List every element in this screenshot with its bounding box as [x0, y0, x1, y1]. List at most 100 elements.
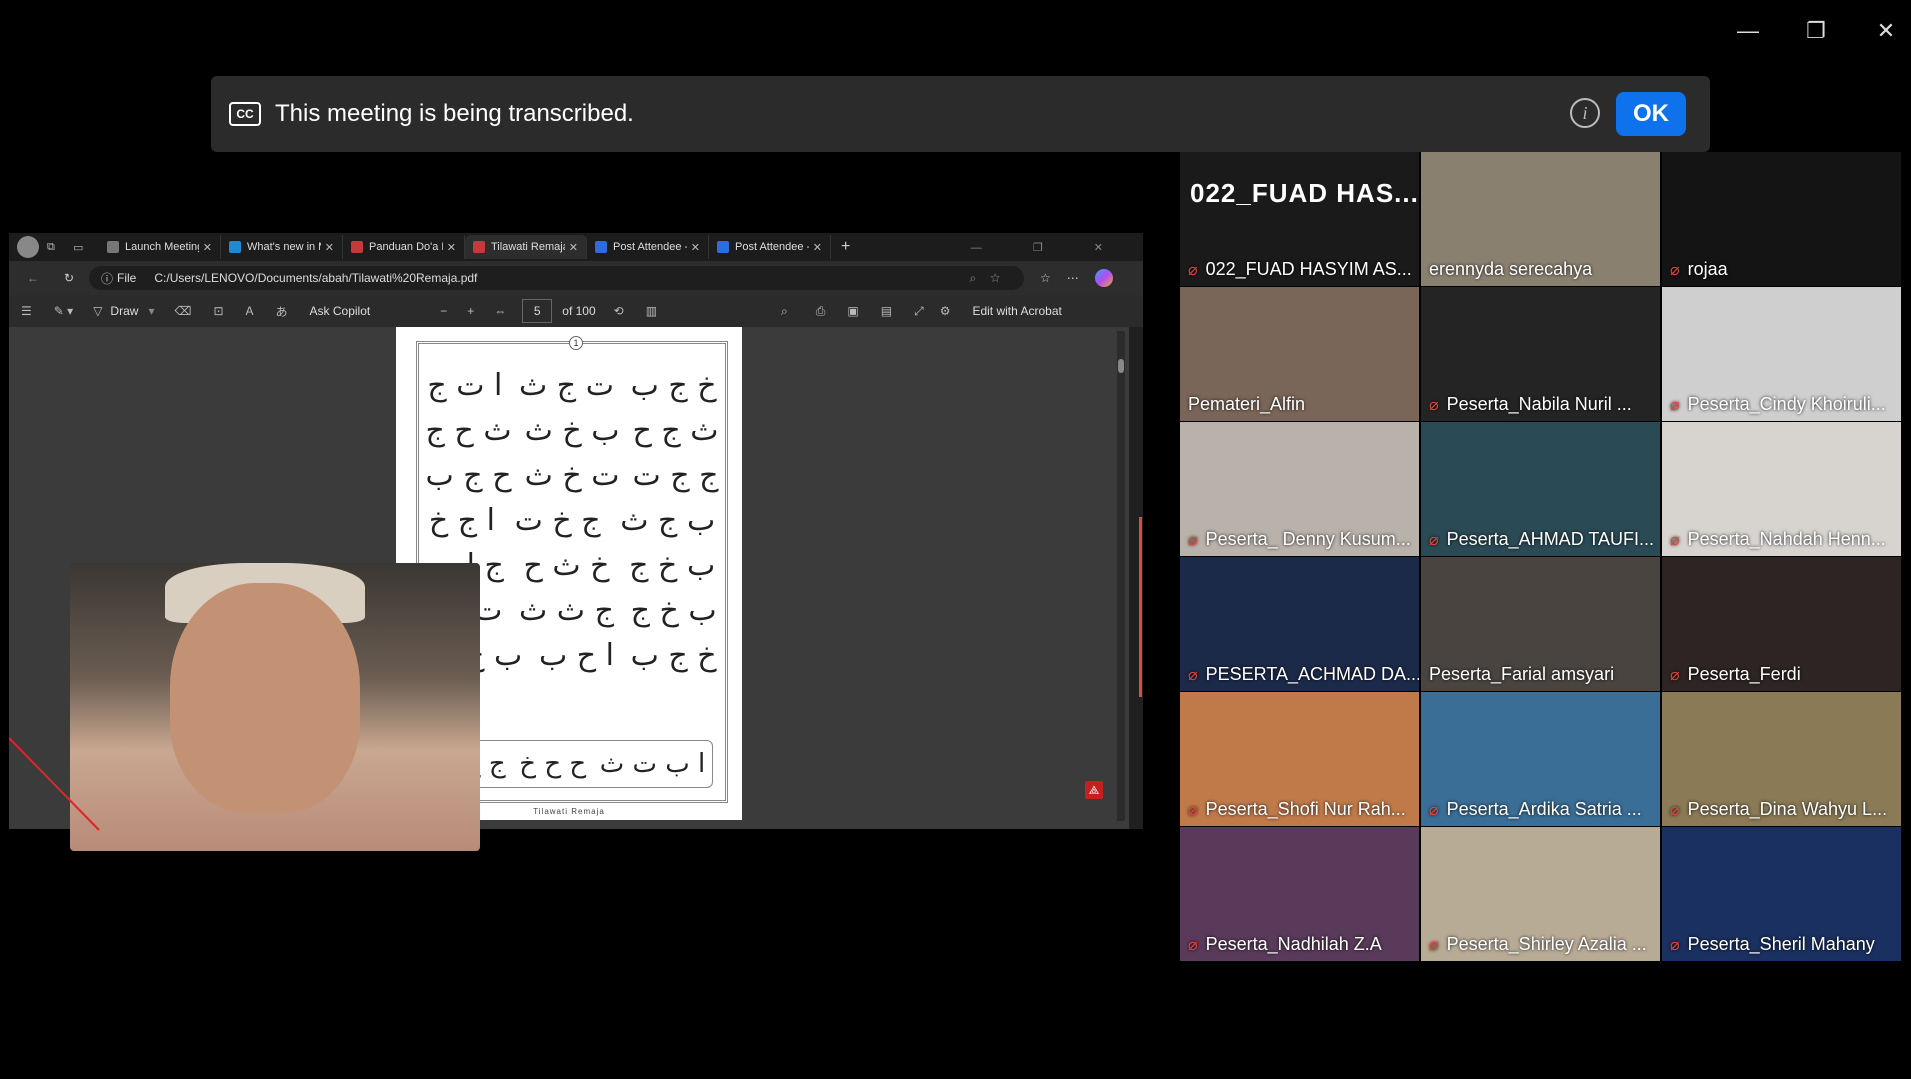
participant-tile[interactable]: ⌀ Peserta_Cindy Khoiruli... [1662, 287, 1901, 421]
browser-tab[interactable]: Tilawati Remaja.pdf ✕ [465, 235, 587, 259]
participant-tile[interactable]: ⌀ Peserta_Nabila Nuril ... [1421, 287, 1660, 421]
participant-tile[interactable]: ⌀ Peserta_Shirley Azalia ... [1421, 827, 1660, 961]
participant-name-label: ⌀ Peserta_Sheril Mahany [1670, 934, 1875, 955]
browser-tab[interactable]: Panduan Do'a Pemb ✕ [343, 235, 465, 259]
participant-tile[interactable]: ⌀ rojaa [1662, 152, 1901, 286]
participant-tile[interactable]: ⌀ Peserta_Dina Wahyu L... [1662, 692, 1901, 826]
ask-copilot-button[interactable]: Ask Copilot [310, 304, 371, 318]
copilot-icon[interactable] [1094, 269, 1113, 287]
back-icon[interactable]: ← [27, 271, 39, 285]
restore-button[interactable]: ❐ [1796, 14, 1836, 48]
participant-tile[interactable]: Peserta_Farial amsyari [1421, 557, 1660, 691]
contents-icon[interactable]: ☰ [21, 304, 32, 318]
pdf-scrollbar[interactable] [1117, 331, 1125, 821]
ok-button[interactable]: OK [1616, 92, 1686, 136]
participant-tile[interactable]: 022_FUAD HAS... ⌀ 022_FUAD HASYIM AS... [1180, 152, 1419, 286]
draw-icon[interactable]: ▽ [93, 304, 102, 318]
workspaces-icon[interactable]: ⧉ [47, 241, 65, 254]
participant-name-label: Pemateri_Alfin [1188, 394, 1305, 415]
eraser-icon[interactable]: ⌫ [174, 304, 191, 318]
acrobat-icon[interactable]: ⟁ [1085, 781, 1103, 799]
refresh-icon[interactable]: ↻ [64, 271, 74, 285]
arabic-letter-group: ث ح ج [425, 413, 512, 448]
favorites-more-icons[interactable]: ☆⋯ [1040, 271, 1095, 285]
zoom-in-icon[interactable]: + [467, 304, 474, 318]
text-box-icon[interactable]: ⊡ [213, 304, 223, 318]
banner-message: This meeting is being transcribed. [275, 100, 634, 127]
arabic-letter-group: ا ح ب [538, 638, 614, 673]
participant-tile[interactable]: erennyda serecahya [1421, 152, 1660, 286]
close-tab-icon[interactable]: ✕ [203, 241, 212, 254]
participant-tile[interactable]: ⌀ Peserta_AHMAD TAUFI... [1421, 422, 1660, 556]
participant-tile[interactable]: ⌀ Peserta_Nahdah Henn... [1662, 422, 1901, 556]
participant-tile[interactable]: ⌀ Peserta_Sheril Mahany [1662, 827, 1901, 961]
settings-icon[interactable]: ⚙ [940, 304, 951, 318]
tab-favicon-icon [107, 241, 119, 253]
tab-favicon-icon [595, 241, 607, 253]
read-aloud-icon[interactable]: A [246, 304, 254, 318]
participant-name: 022_FUAD HASYIM AS... [1205, 259, 1412, 279]
info-icon[interactable]: i [1570, 98, 1600, 128]
draw-button[interactable]: Draw [110, 304, 138, 318]
fit-page-icon[interactable]: ⇔ [494, 304, 506, 318]
participant-tile[interactable]: ⌀ Peserta_ Denny Kusum... [1180, 422, 1419, 556]
close-tab-icon[interactable]: ✕ [691, 241, 700, 254]
pdf-toolbar: ☰ ✎ ▾ ▽ Draw ▾ ⌫ ⊡ A あ Ask Copilot − + ⇔… [9, 295, 1143, 327]
close-tab-icon[interactable]: ✕ [813, 241, 822, 254]
save-as-icon[interactable]: ▤ [881, 304, 892, 318]
arabic-letter-group: ب ج ث [620, 503, 716, 538]
page-view-icon[interactable]: ▥ [646, 304, 657, 318]
translate-icon[interactable]: あ [276, 303, 288, 320]
participant-tile[interactable]: ⌀ PESERTA_ACHMAD DA... [1180, 557, 1419, 691]
muted-mic-icon: ⌀ [1188, 801, 1198, 819]
participant-tile[interactable]: ⌀ Peserta_Ferdi [1662, 557, 1901, 691]
profile-avatar[interactable] [17, 236, 39, 258]
arabic-letter-group: خ ج ب [630, 368, 717, 403]
close-tab-icon[interactable]: ✕ [447, 241, 456, 254]
close-button[interactable]: ✕ [1866, 14, 1906, 48]
page-number-input[interactable]: 5 [522, 299, 553, 323]
close-tab-icon[interactable]: ✕ [325, 241, 334, 254]
minimize-button[interactable]: — [1728, 14, 1768, 48]
edit-with-acrobat-button[interactable]: Edit with Acrobat [972, 304, 1061, 318]
browser-tab[interactable]: Launch Meeting - Zo ✕ [99, 235, 221, 259]
search-icon[interactable]: ⌕ [781, 304, 788, 319]
new-tab-button[interactable]: + [841, 238, 850, 256]
participant-tile[interactable]: Pemateri_Alfin [1180, 287, 1419, 421]
muted-mic-icon: ⌀ [1670, 531, 1680, 549]
pdf-scroll-thumb[interactable] [1118, 359, 1124, 373]
zoom-favorite-icons[interactable]: ⌕☆ [969, 271, 1014, 286]
participant-tile[interactable]: ⌀ Peserta_Shofi Nur Rah... [1180, 692, 1419, 826]
muted-mic-icon: ⌀ [1429, 531, 1439, 549]
participant-name-label: ⌀ Peserta_AHMAD TAUFI... [1429, 529, 1654, 550]
participant-tile[interactable]: ⌀ Peserta_Ardika Satria ... [1421, 692, 1660, 826]
arabic-letter-group: ب خ ث [524, 413, 620, 448]
participant-name-label: ⌀ Peserta_Ardika Satria ... [1429, 799, 1642, 820]
participant-name-label: ⌀ PESERTA_ACHMAD DA... [1188, 664, 1419, 685]
browser-tab[interactable]: What's new in Micro ✕ [221, 235, 343, 259]
info-icon[interactable]: ⓘ [101, 270, 113, 287]
participant-name: Peserta_Cindy Khoiruli... [1687, 394, 1886, 414]
print-icon[interactable]: ⎙ [816, 304, 826, 319]
highlight-icon[interactable]: ✎ ▾ [54, 304, 73, 318]
browser-tab[interactable]: Post Attendee - Zoo ✕ [709, 235, 831, 259]
browser-window-controls[interactable]: — ❐ ✕ [971, 241, 1127, 254]
close-tab-icon[interactable]: ✕ [569, 241, 578, 254]
arabic-letter-group: ج ج ت [632, 458, 719, 493]
muted-mic-icon: ⌀ [1188, 666, 1198, 684]
participant-name: Peserta_Shofi Nur Rah... [1205, 799, 1406, 819]
tab-actions-icon[interactable]: ▭ [73, 241, 91, 254]
tab-favicon-icon [473, 241, 485, 253]
save-icon[interactable]: ▣ [847, 304, 858, 318]
zoom-out-icon[interactable]: − [440, 304, 447, 318]
participant-name-label: ⌀ Peserta_Shofi Nur Rah... [1188, 799, 1406, 820]
participant-gallery: 022_FUAD HAS... ⌀ 022_FUAD HASYIM AS... ere… [1180, 152, 1901, 961]
participant-name: Peserta_AHMAD TAUFI... [1446, 529, 1655, 549]
address-row: ← ↻ ⓘ File C:/Users/LENOVO/Documents/aba… [9, 261, 1143, 295]
participant-tile[interactable]: ⌀ Peserta_Nadhilah Z.A [1180, 827, 1419, 961]
fullscreen-icon[interactable]: ⤢ [914, 304, 924, 319]
rotate-icon[interactable]: ⟲ [614, 304, 624, 318]
address-bar[interactable]: ⓘ File C:/Users/LENOVO/Documents/abah/Ti… [89, 266, 1024, 290]
tab-favicon-icon [717, 241, 729, 253]
browser-tab[interactable]: Post Attendee - Zoo ✕ [587, 235, 709, 259]
